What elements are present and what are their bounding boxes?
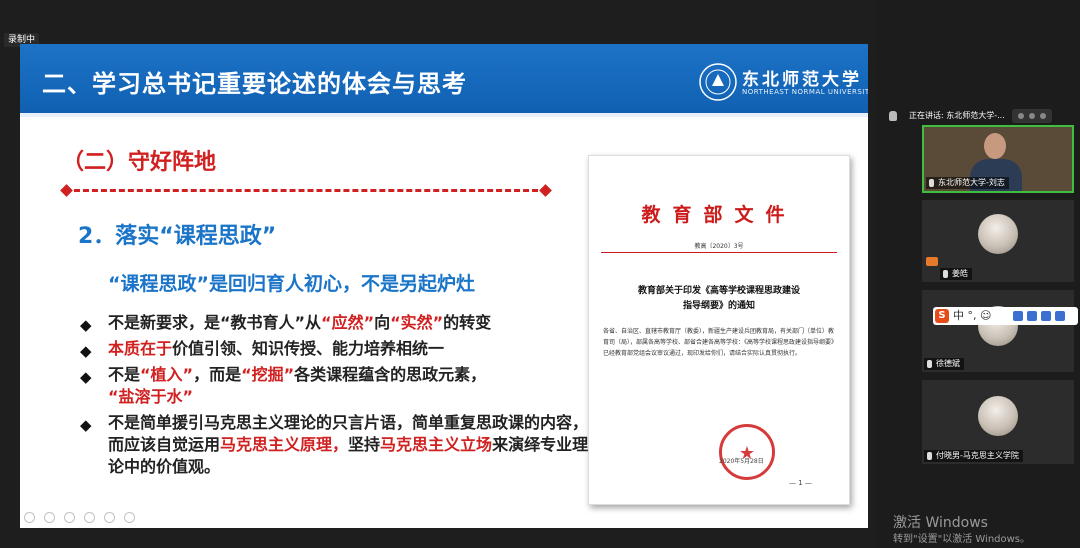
participant-name-text: 付晓男-马克思主义学院 (936, 451, 1019, 460)
subsection-title: 2．落实“课程思政” (78, 224, 277, 249)
bullet-text: 各类课程蕴含的思政元素， (294, 365, 487, 384)
document-number: 教高〔2020〕3号 (694, 243, 744, 250)
participant-tile[interactable]: 姜皓 (922, 200, 1074, 282)
bullet-text: 坚持 (348, 435, 381, 454)
bullet-highlight: 本质在于 (108, 339, 173, 358)
magnify-icon[interactable] (84, 512, 95, 523)
document-red-rule (601, 252, 837, 253)
document-title-line2: 指导纲要》的通知 (682, 301, 755, 311)
diamond-bullet-icon: ◆ (80, 368, 92, 386)
bullet-highlight: “应然” (321, 313, 375, 332)
document-date: 2020年5月28日 (719, 458, 764, 465)
view-dot-icon (1040, 113, 1046, 119)
bullet-highlight: 马克思主义原理， (220, 435, 349, 454)
avatar (978, 214, 1018, 254)
tool-icon[interactable] (1027, 311, 1037, 321)
bullet-text: 的转变 (443, 313, 492, 332)
document-header: 教育部文件 (641, 204, 797, 226)
diamond-bullet-icon: ◆ (80, 316, 92, 334)
participant-name: 付晓男-马克思主义学院 (924, 450, 1023, 462)
document-page-number: — 1 — (789, 479, 812, 487)
meeting-window: 录制中 二、学习总书记重要论述的体会与思考 东北师范大学 NORTHEAST N… (0, 0, 1080, 548)
skin-icon[interactable] (1041, 311, 1051, 321)
slide-header: 二、学习总书记重要论述的体会与思考 东北师范大学 NORTHEAST NORMA… (20, 44, 868, 117)
prev-slide-icon[interactable] (24, 512, 35, 523)
view-dot-icon (1029, 113, 1035, 119)
key-quote: “课程思政”是回归育人初心，不是另起炉灶 (108, 273, 475, 295)
bullet-highlight: “盐溶于水” (108, 387, 194, 406)
participant-name: 姜皓 (940, 268, 972, 280)
more-icon[interactable] (124, 512, 135, 523)
university-name-en: NORTHEAST NORMAL UNIVERSITY (742, 88, 868, 96)
official-seal-icon: ★ (719, 424, 775, 480)
section-title: （二）守好阵地 (62, 150, 217, 175)
bullet-text: 不是 (108, 365, 141, 384)
bullet-highlight: “实然” (390, 313, 444, 332)
camera-off-icon (926, 257, 938, 266)
grid-icon[interactable] (104, 512, 115, 523)
keyboard-icon[interactable] (1013, 311, 1023, 321)
bullet-highlight: “植入” (140, 365, 194, 384)
participant-tile[interactable]: 付晓男-马克思主义学院 (922, 380, 1074, 464)
university-name-cn: 东北师范大学 (742, 70, 862, 90)
bullet-item: ◆ 本质在于价值引领、知识传授、能力培养相统一 (78, 338, 598, 360)
slide-controls (24, 508, 144, 527)
ime-status-text: 中 °, ☺ (953, 309, 992, 322)
view-toggle-button[interactable] (1012, 109, 1052, 123)
next-slide-icon[interactable] (44, 512, 55, 523)
bullet-highlight: “挖掘” (241, 365, 295, 384)
mic-icon (927, 360, 932, 368)
document-body: 各省、自治区、直辖市教育厅（教委），新疆生产建设兵团教育局，有关部门（单位）教育… (603, 328, 835, 357)
bullet-text: 不是新要求，是“教书育人”从 (108, 313, 322, 332)
document-image: 教育部文件 教高〔2020〕3号 教育部关于印发《高等学校课程思政建设 指导纲要… (588, 155, 850, 505)
participant-name-text: 徐德斌 (936, 359, 960, 368)
mic-icon (929, 179, 934, 187)
bullet-item: ◆ 不是新要求，是“教书育人”从“应然”向“实然”的转变 (78, 312, 598, 334)
university-logo-icon (699, 63, 737, 101)
activation-watermark-subtitle: 转到"设置"以激活 Windows。 (893, 534, 1031, 545)
diamond-bullet-icon: ◆ (80, 342, 92, 360)
participant-tile-active[interactable]: 东北师范大学-刘志 (922, 125, 1074, 193)
ime-toolbar[interactable]: S 中 °, ☺ (933, 307, 1078, 325)
pen-icon[interactable] (64, 512, 75, 523)
sogou-ime-icon: S (935, 309, 949, 323)
participant-name: 东北师范大学-刘志 (926, 177, 1009, 189)
bullet-item: ◆ 不是“植入”，而是“挖掘”各类课程蕴含的思政元素， “盐溶于水” (78, 364, 598, 408)
avatar (978, 396, 1018, 436)
slide-title: 二、学习总书记重要论述的体会与思考 (42, 70, 467, 98)
mic-icon (943, 270, 948, 278)
bullet-text: 向 (374, 313, 391, 332)
bullet-text: 价值引领、知识传授、能力培养相统一 (172, 339, 445, 358)
divider-diamond-right (539, 184, 552, 197)
mic-icon (927, 452, 932, 460)
participant-name-text: 姜皓 (952, 269, 968, 278)
participant-name: 徐德斌 (924, 358, 964, 370)
activation-watermark-title: 激活 Windows (893, 515, 988, 531)
participant-head (984, 133, 1006, 159)
view-dot-icon (1018, 113, 1024, 119)
diamond-bullet-icon: ◆ (80, 416, 92, 434)
bullet-highlight: 马克思主义立场 (380, 435, 493, 454)
bullet-text: ，而是 (193, 365, 242, 384)
presentation-slide: 二、学习总书记重要论述的体会与思考 东北师范大学 NORTHEAST NORMA… (20, 44, 868, 528)
participant-name-text: 东北师范大学-刘志 (938, 178, 1005, 187)
participant-tile[interactable]: 徐德斌 (922, 290, 1074, 372)
dashed-divider (65, 189, 547, 192)
bullet-list: ◆ 不是新要求，是“教书育人”从“应然”向“实然”的转变 ◆ 本质在于价值引领、… (78, 312, 598, 482)
menu-icon[interactable] (1055, 311, 1065, 321)
document-title-line1: 教育部关于印发《高等学校课程思政建设 (637, 286, 800, 296)
bullet-item: ◆ 不是简单援引马克思主义理论的只言片语，简单重复思政课的内容，而应该自觉运用马… (78, 412, 598, 478)
